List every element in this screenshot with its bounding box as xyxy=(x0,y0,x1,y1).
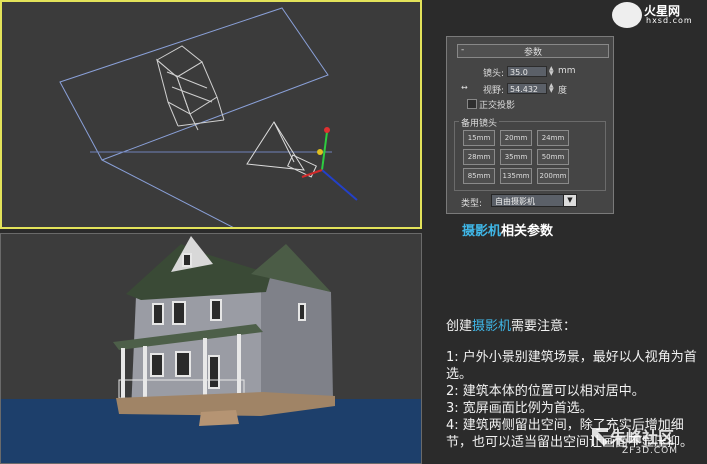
watermark-url: ZF3D.COM xyxy=(622,446,678,456)
logo-site-url: hxsd.com xyxy=(646,16,693,25)
note-item: 3: 宽屏画面比例为首选。 xyxy=(446,401,593,416)
perspective-viewport[interactable] xyxy=(0,233,422,464)
lens-28mm-button[interactable]: 28mm xyxy=(463,149,495,165)
lens-85mm-button[interactable]: 85mm xyxy=(463,168,495,184)
lens-135mm-button[interactable]: 135mm xyxy=(500,168,532,184)
site-logo[interactable]: 火星网 hxsd.com xyxy=(612,2,704,28)
fov-input[interactable]: 54.432 xyxy=(507,83,547,94)
caption-highlight: 摄影机 xyxy=(462,224,502,239)
watermark-text: 朱峰社区 xyxy=(610,428,675,447)
lens-15mm-button[interactable]: 15mm xyxy=(463,130,495,146)
fov-spinner-icon[interactable]: ▲ ▼ xyxy=(549,83,555,94)
top-view-wireframe xyxy=(59,7,358,227)
camera-frustum xyxy=(246,121,317,178)
lens-35mm-button[interactable]: 35mm xyxy=(500,149,532,165)
top-viewport[interactable] xyxy=(0,0,422,229)
fov-unit: 度 xyxy=(558,86,568,96)
fov-label: 视野: xyxy=(483,86,505,96)
house-side-wall xyxy=(261,274,333,404)
lens-label: 镜头: xyxy=(483,69,505,79)
notes-heading: 创建摄影机需要注意： xyxy=(446,319,577,334)
chevron-down-icon[interactable]: ▼ xyxy=(563,195,576,206)
fov-direction-icon[interactable]: ↔ xyxy=(461,83,468,92)
front-steps xyxy=(199,410,239,426)
camera-type-select[interactable]: 自由摄影机 ▼ xyxy=(491,194,577,207)
panel-caption: 摄影机相关参数 xyxy=(462,220,553,239)
lens-24mm-button[interactable]: 24mm xyxy=(537,130,569,146)
lens-200mm-button[interactable]: 200mm xyxy=(537,168,569,184)
house-render xyxy=(113,236,335,426)
logo-mark-icon xyxy=(612,2,642,28)
lens-20mm-button[interactable]: 20mm xyxy=(500,130,532,146)
orthographic-checkbox[interactable] xyxy=(467,99,477,109)
stock-lens-label: 备用镜头 xyxy=(459,116,500,129)
watermark-arrow-icon xyxy=(592,428,608,446)
camera-parameters-panel: - 参数 镜头: 35.0 ▲ ▼ mm ↔ 视野: 54.432 ▲ ▼ 度 正交… xyxy=(446,36,614,214)
watermark: 朱峰社区 ZF3D.COM xyxy=(592,424,702,464)
lens-50mm-button[interactable]: 50mm xyxy=(537,149,569,165)
caption-rest: 相关参数 xyxy=(501,224,554,239)
lens-spinner-icon[interactable]: ▲ ▼ xyxy=(549,66,555,77)
rollout-title: 参数 xyxy=(523,48,542,58)
note-item: 1: 户外小景别建筑场景，最好以人视角为首选。 xyxy=(446,350,697,382)
type-label: 类型: xyxy=(461,199,483,209)
lens-unit: mm xyxy=(558,66,576,76)
rollout-header[interactable]: - 参数 xyxy=(457,44,609,58)
orthographic-label: 正交投影 xyxy=(479,101,516,111)
lens-input[interactable]: 35.0 xyxy=(507,66,547,77)
camera-type-value: 自由摄影机 xyxy=(495,197,535,206)
note-item: 2: 建筑本体的位置可以相对居中。 xyxy=(446,384,645,399)
right-info-area: 火星网 hxsd.com - 参数 镜头: 35.0 ▲ ▼ mm ↔ 视野: 5… xyxy=(422,0,707,464)
ground-plane-edge xyxy=(101,159,234,227)
ground-plane-outline xyxy=(59,7,329,161)
